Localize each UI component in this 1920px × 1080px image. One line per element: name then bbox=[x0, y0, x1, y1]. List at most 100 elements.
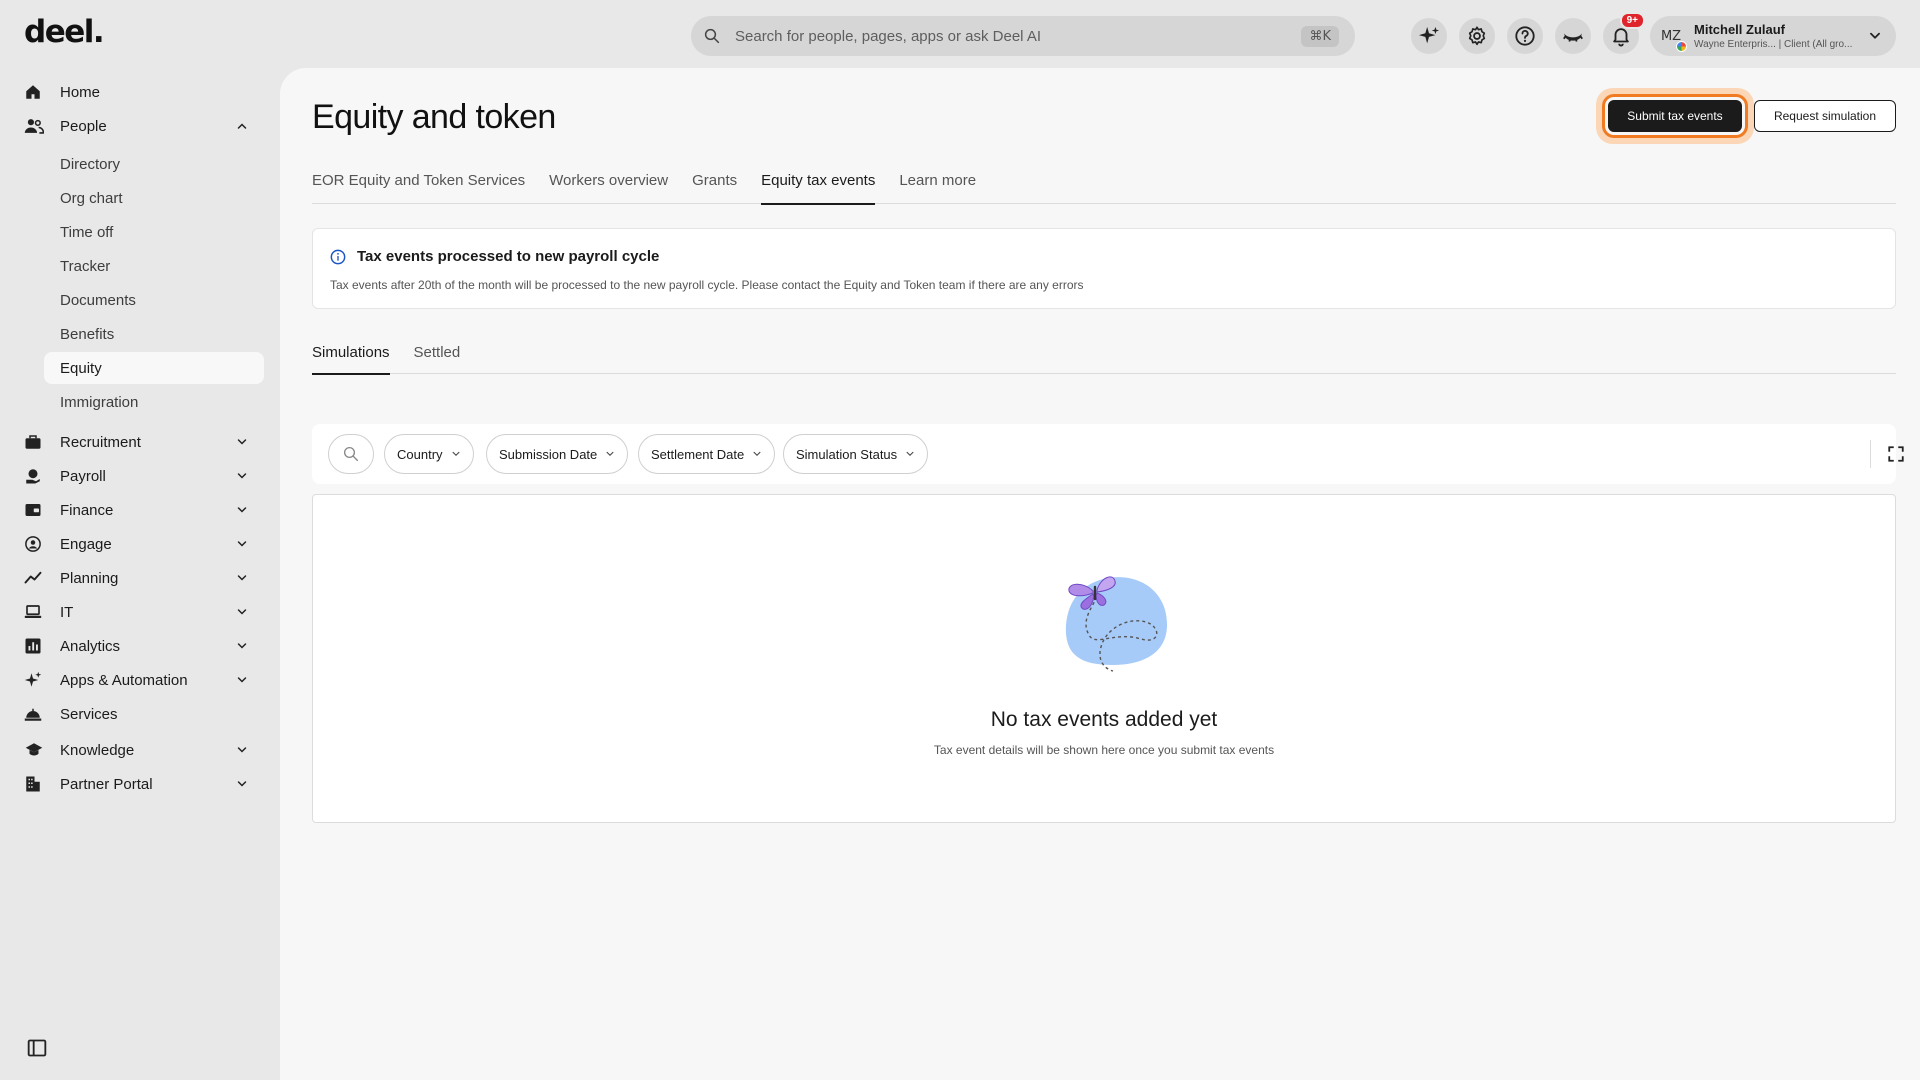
nav-label: Finance bbox=[60, 501, 114, 519]
deel-logo[interactable]: deel. bbox=[24, 14, 105, 50]
chevron-down-icon bbox=[237, 473, 247, 479]
sidebar-item-equity[interactable]: Equity bbox=[44, 352, 264, 384]
nav-payroll[interactable]: Payroll bbox=[24, 459, 264, 493]
trend-line-icon bbox=[24, 571, 42, 584]
org-logo-icon bbox=[1676, 41, 1687, 52]
nav-engage[interactable]: Engage bbox=[24, 527, 264, 561]
nav-label: Apps & Automation bbox=[60, 671, 188, 689]
graduation-cap-icon bbox=[25, 743, 43, 756]
sidebar-item-directory[interactable]: Directory bbox=[44, 148, 264, 180]
gear-icon bbox=[1468, 26, 1486, 46]
fullscreen-button[interactable] bbox=[1887, 445, 1905, 468]
chevron-down-icon bbox=[237, 747, 247, 753]
tab-workers-overview[interactable]: Workers overview bbox=[549, 172, 668, 204]
sparkle-icon bbox=[24, 671, 42, 687]
nav-label: Partner Portal bbox=[60, 775, 153, 793]
ai-sparkle-button[interactable] bbox=[1411, 18, 1447, 54]
filter-label: Submission Date bbox=[499, 446, 598, 462]
search-icon bbox=[343, 446, 359, 462]
nav-home[interactable]: Home bbox=[24, 75, 264, 109]
filter-label: Country bbox=[397, 446, 443, 462]
nav-label: Planning bbox=[60, 569, 119, 587]
user-name: Mitchell Zulauf bbox=[1694, 22, 1785, 37]
nav-label: Services bbox=[60, 705, 118, 723]
collapse-sidebar-button[interactable] bbox=[27, 1038, 47, 1063]
info-icon bbox=[330, 249, 346, 265]
main-content: Equity and token Submit tax events Reque… bbox=[280, 68, 1920, 1080]
hide-sensitive-button[interactable] bbox=[1555, 18, 1591, 54]
filter-country[interactable]: Country bbox=[384, 434, 474, 474]
page-tabs: EOR Equity and Token Services Workers ov… bbox=[312, 172, 1896, 205]
chevron-down-icon bbox=[237, 677, 247, 683]
sparkle-icon bbox=[1418, 26, 1440, 44]
global-search[interactable]: ⌘K bbox=[691, 16, 1355, 56]
nav-finance[interactable]: Finance bbox=[24, 493, 264, 527]
search-icon bbox=[704, 28, 720, 44]
tab-simulations[interactable]: Simulations bbox=[312, 344, 390, 375]
banner-description: Tax events after 20th of the month will … bbox=[330, 278, 1084, 292]
home-icon bbox=[26, 85, 40, 99]
chevron-down-icon bbox=[753, 451, 761, 457]
filter-submission-date[interactable]: Submission Date bbox=[486, 434, 629, 474]
sidebar-item-org-chart[interactable]: Org chart bbox=[44, 182, 264, 214]
divider bbox=[1870, 440, 1871, 468]
request-simulation-button[interactable]: Request simulation bbox=[1754, 100, 1896, 132]
nav-label: Knowledge bbox=[60, 741, 135, 759]
sidebar: Home People Directory Org chart Time off… bbox=[0, 68, 280, 1080]
filter-simulation-status[interactable]: Simulation Status bbox=[783, 434, 929, 474]
tab-settled[interactable]: Settled bbox=[414, 344, 461, 374]
chevron-down-icon bbox=[237, 781, 247, 787]
chevron-down-icon bbox=[237, 575, 247, 581]
search-shortcut: ⌘K bbox=[1301, 25, 1339, 47]
empty-state-subtitle: Tax event details will be shown here onc… bbox=[933, 743, 1275, 757]
notification-badge: 9+ bbox=[1619, 12, 1645, 29]
nav-label: Payroll bbox=[60, 467, 106, 485]
expand-icon bbox=[1888, 446, 1904, 462]
filter-bar: Country Submission Date Settlement Date … bbox=[312, 424, 1904, 484]
nav-label: IT bbox=[60, 603, 74, 621]
tab-eor-equity-token-services[interactable]: EOR Equity and Token Services bbox=[312, 172, 525, 204]
tab-grants[interactable]: Grants bbox=[692, 172, 737, 204]
empty-state: No tax events added yet Tax event detail… bbox=[312, 494, 1896, 823]
nav-label: Home bbox=[60, 83, 101, 101]
nav-label: Analytics bbox=[60, 637, 121, 655]
empty-state-title: No tax events added yet bbox=[990, 708, 1218, 731]
filter-search-button[interactable] bbox=[328, 434, 374, 474]
notifications-button[interactable]: 9+ bbox=[1603, 12, 1645, 54]
sidebar-item-immigration[interactable]: Immigration bbox=[44, 386, 264, 418]
chevron-down-icon bbox=[906, 451, 914, 457]
sidebar-item-time-off[interactable]: Time off bbox=[44, 216, 264, 248]
nav-it[interactable]: IT bbox=[24, 595, 264, 629]
filter-label: Settlement Date bbox=[651, 446, 745, 462]
user-menu[interactable]: MZ Mitchell Zulauf Wayne Enterpris... | … bbox=[1650, 16, 1896, 56]
tab-learn-more[interactable]: Learn more bbox=[899, 172, 976, 204]
nav-services[interactable]: Services bbox=[24, 697, 264, 731]
info-banner: Tax events processed to new payroll cycl… bbox=[312, 228, 1896, 309]
payroll-icon bbox=[26, 469, 40, 484]
search-input[interactable] bbox=[735, 27, 1302, 45]
nav-apps-automation[interactable]: Apps & Automation bbox=[24, 663, 264, 697]
nav-analytics[interactable]: Analytics bbox=[24, 629, 264, 663]
chevron-down-icon bbox=[237, 609, 247, 615]
chevron-down-icon bbox=[237, 507, 247, 513]
nav-planning[interactable]: Planning bbox=[24, 561, 264, 595]
help-button[interactable] bbox=[1507, 18, 1543, 54]
chevron-down-icon bbox=[452, 451, 459, 457]
sidebar-item-tracker[interactable]: Tracker bbox=[44, 250, 264, 282]
settings-button[interactable] bbox=[1459, 18, 1495, 54]
nav-knowledge[interactable]: Knowledge bbox=[24, 733, 264, 767]
chevron-up-icon bbox=[237, 123, 247, 129]
submit-tax-events-button[interactable]: Submit tax events bbox=[1608, 100, 1742, 132]
subtabs: Simulations Settled bbox=[312, 344, 1896, 375]
tab-equity-tax-events[interactable]: Equity tax events bbox=[761, 172, 876, 205]
bar-chart-icon bbox=[25, 638, 41, 654]
nav-partner-portal[interactable]: Partner Portal bbox=[24, 767, 264, 801]
sidebar-item-benefits[interactable]: Benefits bbox=[44, 318, 264, 350]
nav-recruitment[interactable]: Recruitment bbox=[24, 425, 264, 459]
sidebar-panel-icon bbox=[27, 1039, 47, 1057]
filter-settlement-date[interactable]: Settlement Date bbox=[638, 434, 776, 474]
sidebar-item-documents[interactable]: Documents bbox=[44, 284, 264, 316]
banner-title: Tax events processed to new payroll cycl… bbox=[357, 248, 660, 265]
chevron-down-icon bbox=[237, 439, 247, 445]
nav-people[interactable]: People bbox=[24, 109, 264, 143]
